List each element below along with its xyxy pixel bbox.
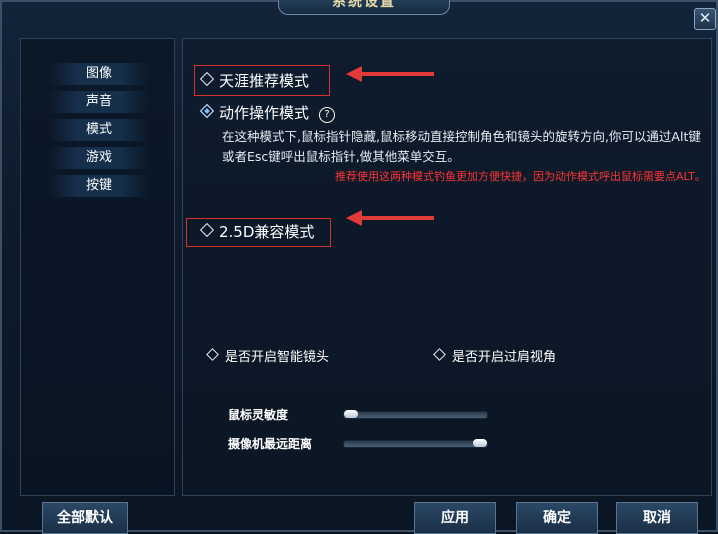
smart-camera-toggle[interactable]: 是否开启智能镜头 bbox=[206, 346, 330, 365]
camera-distance-label: 摄像机最远距离 bbox=[228, 437, 313, 451]
checkbox-diamond-icon bbox=[206, 348, 219, 361]
sidebar-item-sound[interactable]: 声音 bbox=[49, 91, 149, 113]
mouse-sensitivity-label: 鼠标灵敏度 bbox=[228, 408, 289, 422]
camera-distance-slider[interactable] bbox=[343, 439, 488, 448]
help-icon[interactable]: ? bbox=[319, 107, 336, 123]
sidebar-item-mode[interactable]: 模式 bbox=[49, 119, 149, 141]
annotation-arrow-icon bbox=[346, 66, 434, 82]
apply-button[interactable]: 应用 bbox=[414, 502, 496, 534]
annotation-arrow-icon bbox=[346, 210, 434, 226]
radio-action-mode[interactable]: 动作操作模式? bbox=[199, 102, 336, 123]
radio-diamond-icon bbox=[199, 222, 215, 238]
action-mode-description: 在这种模式下,鼠标指针隐藏,鼠标移动直接控制角色和镜头的旋转方向,你可以通过Al… bbox=[222, 129, 701, 164]
radio-label: 天涯推荐模式 bbox=[219, 72, 310, 90]
slider-thumb[interactable] bbox=[344, 410, 359, 418]
sidebar-item-graphics[interactable]: 图像 bbox=[49, 63, 149, 85]
radio-recommended-mode[interactable]: 天涯推荐模式 bbox=[199, 70, 310, 91]
radio-label: 动作操作模式 bbox=[219, 104, 310, 122]
mouse-sensitivity-slider[interactable] bbox=[343, 410, 488, 419]
radio-diamond-icon bbox=[199, 71, 215, 87]
checkbox-diamond-icon bbox=[433, 348, 446, 361]
cancel-button[interactable]: 取消 bbox=[616, 502, 698, 534]
radio-diamond-selected-icon bbox=[199, 103, 215, 119]
over-shoulder-toggle[interactable]: 是否开启过肩视角 bbox=[433, 346, 557, 365]
close-button[interactable]: ✕ bbox=[694, 8, 716, 30]
ok-button[interactable]: 确定 bbox=[516, 502, 598, 534]
checkbox-label: 是否开启过肩视角 bbox=[452, 350, 557, 365]
window-title: 系统设置 bbox=[278, 0, 450, 15]
radio-label: 2.5D兼容模式 bbox=[219, 223, 315, 241]
settings-window: 系统设置 ✕ 图像 声音 模式 游戏 按键 天涯推荐模式 动作操作模式? 在这种… bbox=[0, 0, 718, 534]
checkbox-label: 是否开启智能镜头 bbox=[225, 350, 330, 365]
sidebar-item-keys[interactable]: 按键 bbox=[49, 175, 149, 197]
sidebar: 图像 声音 模式 游戏 按键 bbox=[20, 38, 175, 496]
sidebar-item-game[interactable]: 游戏 bbox=[49, 147, 149, 169]
fishing-tip: 推荐使用这两种模式钓鱼更加方便快捷，因为动作模式呼出鼠标需要点ALT。 bbox=[335, 170, 706, 183]
reset-all-button[interactable]: 全部默认 bbox=[42, 502, 128, 534]
radio-compat-mode[interactable]: 2.5D兼容模式 bbox=[199, 221, 315, 242]
slider-thumb[interactable] bbox=[472, 439, 487, 447]
